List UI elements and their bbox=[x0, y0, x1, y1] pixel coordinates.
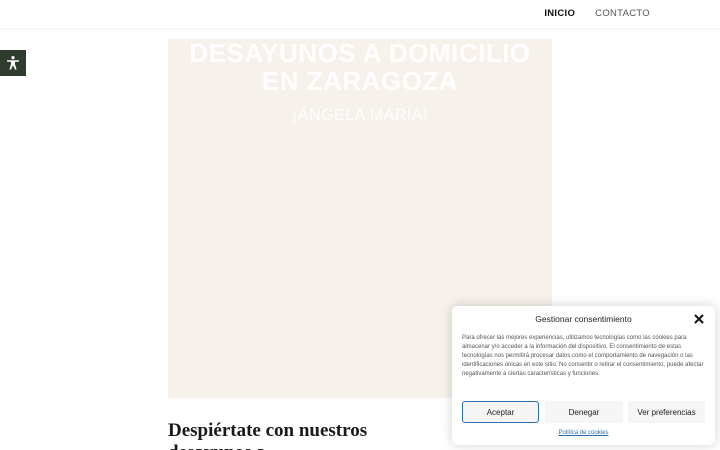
accept-button[interactable]: Aceptar bbox=[462, 401, 539, 423]
cookie-consent-dialog: Gestionar consentimiento Para ofrecer la… bbox=[452, 306, 715, 445]
close-icon[interactable] bbox=[693, 313, 705, 325]
cookie-policy-link[interactable]: Política de cookies bbox=[452, 430, 715, 436]
main-nav: INICIO CONTACTO bbox=[544, 8, 650, 19]
top-navigation-bar: INICIO CONTACTO bbox=[0, 0, 720, 28]
nav-item-contacto[interactable]: CONTACTO bbox=[595, 8, 650, 19]
hero-title: DESAYUNOS A DOMICILIO EN ZARAGOZA bbox=[189, 38, 531, 96]
preferences-button[interactable]: Ver preferencias bbox=[628, 401, 705, 423]
nav-item-inicio[interactable]: INICIO bbox=[544, 8, 575, 19]
cookie-dialog-text: Para ofrecer las mejores experiencias, u… bbox=[462, 335, 704, 378]
accessibility-button[interactable] bbox=[0, 50, 26, 76]
deny-button[interactable]: Denegar bbox=[545, 401, 623, 423]
accessibility-icon bbox=[7, 56, 19, 70]
section-heading: Despiértate con nuestros desayunos a bbox=[168, 420, 368, 450]
hero-subtitle: ¡ÁNGELA MARÍA! bbox=[292, 107, 428, 124]
cookie-dialog-title: Gestionar consentimiento bbox=[535, 314, 632, 324]
